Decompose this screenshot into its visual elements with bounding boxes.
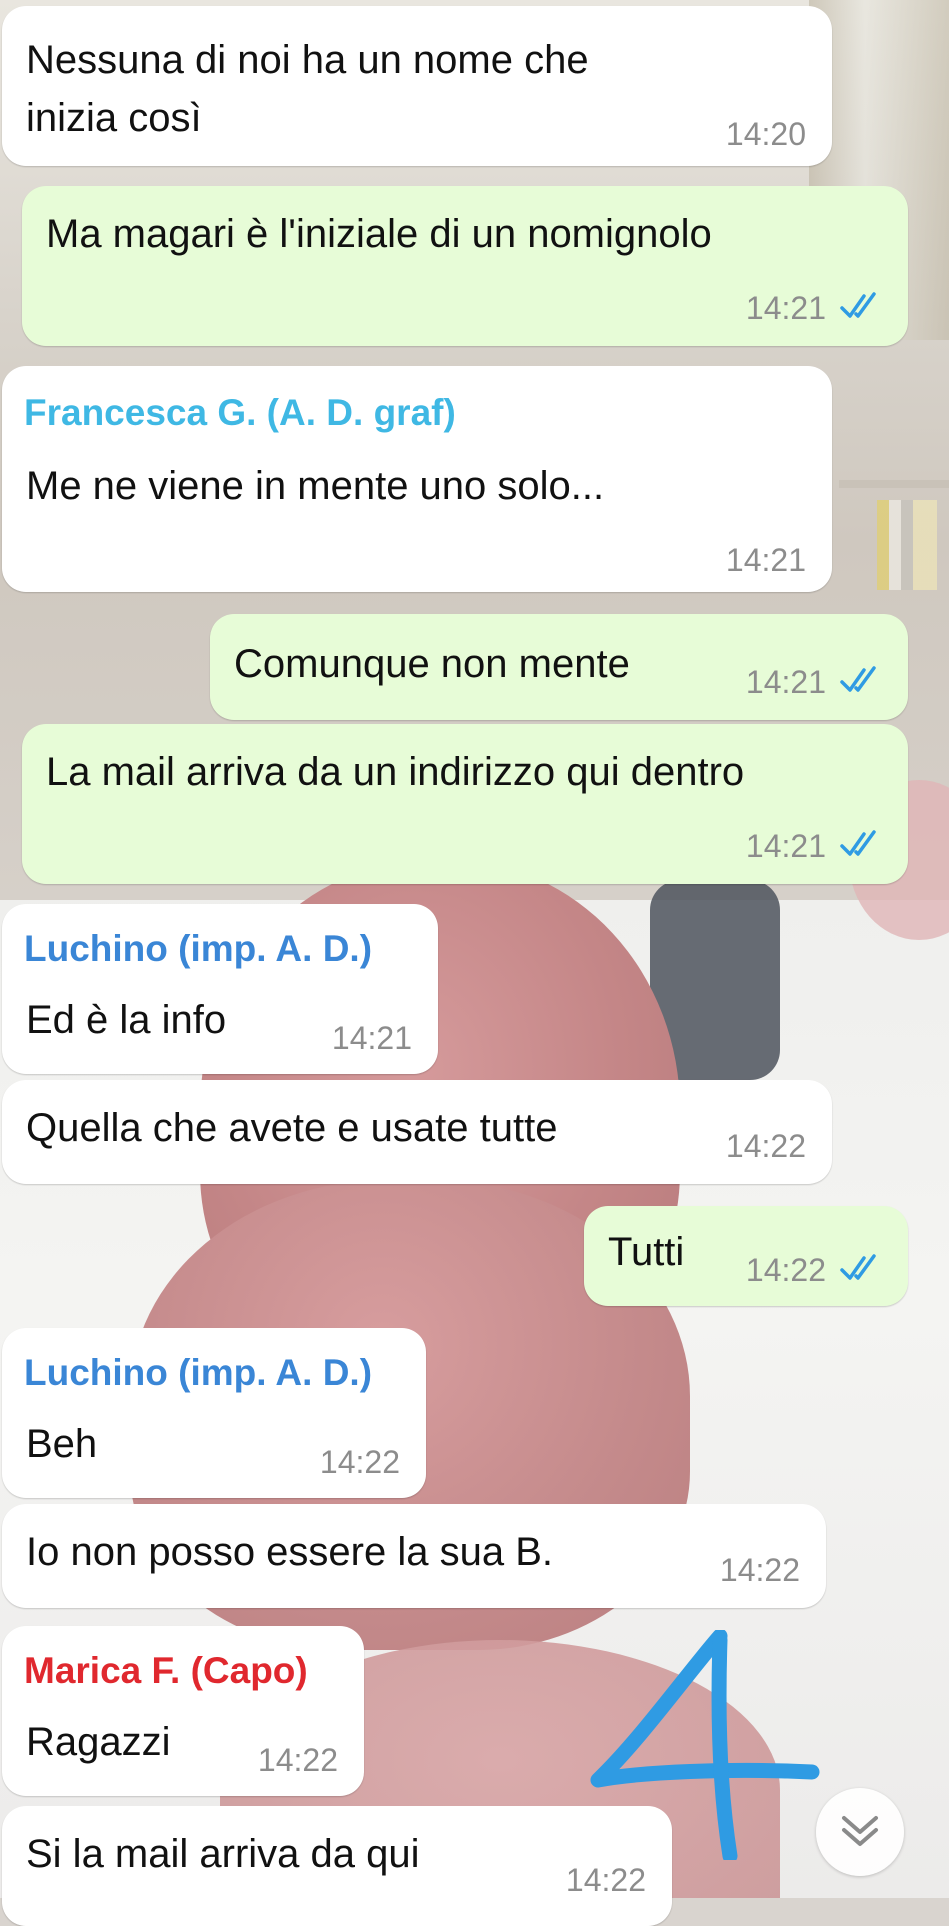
message-bubble-outgoing[interactable]: La mail arriva da un indirizzo qui dentr… — [22, 724, 908, 884]
message-bubble-outgoing[interactable]: Comunque non mente 14:21 — [210, 614, 908, 720]
double-check-icon — [840, 830, 876, 856]
message-text: Comunque non mente — [234, 642, 630, 686]
message-text: Ed è la info — [26, 998, 227, 1042]
message-time: 14:22 — [745, 1252, 826, 1288]
message-time: 14:22 — [565, 1862, 646, 1898]
double-check-icon — [840, 292, 876, 318]
handwritten-number-annotation — [580, 1628, 820, 1865]
message-time: 14:22 — [257, 1742, 338, 1778]
message-time: 14:21 — [745, 664, 826, 700]
message-text: Si la mail arriva da qui — [26, 1832, 420, 1876]
message-bubble-incoming[interactable]: Luchino (imp. A. D.) Ed è la info 14:21 — [2, 904, 438, 1074]
scroll-down-button[interactable] — [816, 1788, 904, 1876]
message-bubble-incoming[interactable]: Luchino (imp. A. D.) Beh 14:22 — [2, 1328, 426, 1498]
message-bubble-incoming[interactable]: Quella che avete e usate tutte 14:22 — [2, 1080, 832, 1184]
message-text: Nessuna di noi ha un nome che — [26, 38, 589, 82]
message-bubble-incoming[interactable]: Nessuna di noi ha un nome che inizia cos… — [2, 6, 832, 166]
message-bubble-incoming[interactable]: Marica F. (Capo) Ragazzi 14:22 — [2, 1626, 364, 1796]
message-bubble-incoming[interactable]: Francesca G. (A. D. graf) Me ne viene in… — [2, 366, 832, 592]
message-text: inizia così — [26, 96, 202, 140]
message-text: Io non posso essere la sua B. — [26, 1530, 553, 1574]
sender-name[interactable]: Francesca G. (A. D. graf) — [24, 392, 456, 434]
message-bubble-outgoing[interactable]: Tutti 14:22 — [584, 1206, 908, 1306]
double-check-icon — [840, 666, 876, 692]
message-time: 14:22 — [719, 1552, 800, 1588]
message-time: 14:21 — [745, 828, 826, 864]
message-text: Ragazzi — [26, 1720, 171, 1764]
message-time: 14:21 — [745, 290, 826, 326]
message-bubble-outgoing[interactable]: Ma magari è l'iniziale di un nomignolo 1… — [22, 186, 908, 346]
double-check-icon — [840, 1254, 876, 1280]
message-text: La mail arriva da un indirizzo qui dentr… — [46, 750, 745, 794]
message-bubble-incoming[interactable]: Io non posso essere la sua B. 14:22 — [2, 1504, 826, 1608]
message-text: Ma magari è l'iniziale di un nomignolo — [46, 212, 712, 256]
message-time: 14:20 — [725, 116, 806, 152]
message-text: Quella che avete e usate tutte — [26, 1106, 558, 1150]
message-bubble-incoming[interactable]: Si la mail arriva da qui 14:22 — [2, 1806, 672, 1926]
message-text: Beh — [26, 1422, 98, 1466]
message-time: 14:21 — [331, 1020, 412, 1056]
message-text: Tutti — [608, 1230, 685, 1274]
message-time: 14:22 — [319, 1444, 400, 1480]
sender-name[interactable]: Luchino (imp. A. D.) — [24, 1352, 372, 1394]
message-time: 14:21 — [725, 542, 806, 578]
chevron-double-down-icon — [842, 1816, 878, 1846]
sender-name[interactable]: Marica F. (Capo) — [24, 1650, 308, 1692]
message-time: 14:22 — [725, 1128, 806, 1164]
sender-name[interactable]: Luchino (imp. A. D.) — [24, 928, 372, 970]
message-text: Me ne viene in mente uno solo... — [26, 464, 605, 508]
message-list[interactable]: Nessuna di noi ha un nome che inizia cos… — [0, 0, 949, 1926]
